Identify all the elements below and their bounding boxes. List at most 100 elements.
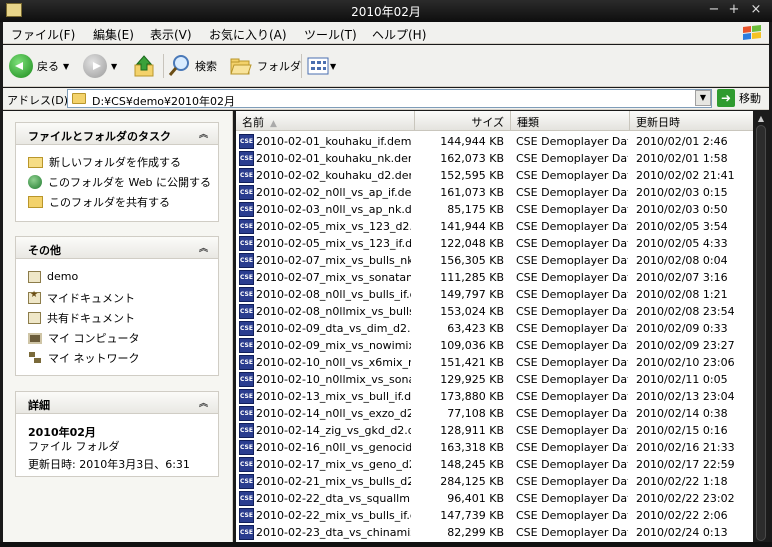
- menu-view[interactable]: 表示(V): [150, 26, 192, 43]
- address-bar: アドレス(D) D:¥CS¥demo¥2010年02月 ▼ ➜ 移動: [3, 88, 769, 110]
- scrollbar-thumb[interactable]: [756, 125, 766, 541]
- file-date: 2010/02/22 23:02: [636, 492, 735, 505]
- column-date-label: 更新日時: [636, 116, 680, 129]
- task-publish-web[interactable]: このフォルダを Web に公開する: [28, 174, 211, 190]
- file-row[interactable]: CSE2010-02-09_mix_vs_nowimix_if.d... 109,…: [236, 337, 753, 354]
- file-row[interactable]: CSE2010-02-17_mix_vs_geno_d2.dem 148,245 …: [236, 456, 753, 473]
- demo-file-icon: CSE: [239, 372, 254, 387]
- up-folder-button[interactable]: [133, 53, 155, 79]
- collapse-chevron-icon[interactable]: ︽: [199, 241, 208, 254]
- place-label: マイドキュメント: [47, 292, 135, 305]
- file-row[interactable]: CSE2010-02-22_dta_vs_squallmix_d2... 96,4…: [236, 490, 753, 507]
- file-row[interactable]: CSE2010-02-13_mix_vs_bull_if.dem 173,880 …: [236, 388, 753, 405]
- file-row[interactable]: CSE2010-02-14_zig_vs_gkd_d2.dem 128,911 K…: [236, 422, 753, 439]
- place-shared-documents[interactable]: 共有ドキュメント: [28, 310, 135, 326]
- forward-button[interactable]: ▼: [83, 53, 117, 79]
- file-size: 109,036 KB: [440, 339, 504, 352]
- place-demo[interactable]: demo: [28, 270, 78, 283]
- demo-file-icon: CSE: [239, 168, 254, 183]
- panel-title: ファイルとフォルダのタスク: [28, 130, 171, 143]
- place-my-computer[interactable]: マイ コンピュータ: [28, 330, 140, 346]
- collapse-chevron-icon[interactable]: ︽: [199, 396, 208, 409]
- views-icon: [307, 57, 329, 75]
- folders-button[interactable]: フォルダ: [229, 53, 301, 79]
- windows-logo-icon: [743, 25, 761, 40]
- chevron-down-icon[interactable]: ▼: [111, 62, 117, 71]
- task-share-folder[interactable]: このフォルダを共有する: [28, 194, 170, 210]
- panel-header[interactable]: その他 ︽: [16, 237, 218, 259]
- chevron-down-icon[interactable]: ▼: [330, 62, 336, 71]
- collapse-chevron-icon[interactable]: ︽: [199, 127, 208, 140]
- file-row[interactable]: CSE 2010-02-01_kouhaku_if.dem 144,944 KB CS…: [236, 133, 753, 150]
- place-label: demo: [47, 270, 79, 283]
- file-row[interactable]: CSE2010-02-07_mix_vs_bulls_nk.dem 156,305…: [236, 252, 753, 269]
- file-row[interactable]: CSE2010-02-07_mix_vs_sonatamix_if... 111,…: [236, 269, 753, 286]
- menu-tools[interactable]: ツール(T): [304, 26, 357, 43]
- file-row[interactable]: CSE2010-02-10_n0ll_vs_x6mix_nk.dem 151,42…: [236, 354, 753, 371]
- shared-documents-icon: [28, 312, 41, 324]
- go-button[interactable]: ➜ 移動: [717, 89, 761, 107]
- search-icon: [168, 55, 189, 76]
- file-row[interactable]: CSE 2010-02-01_kouhaku_nk.dem 162,073 KB CS…: [236, 150, 753, 167]
- menu-help[interactable]: ヘルプ(H): [372, 26, 426, 43]
- toolbar: 戻る ▼ ▼ 検索 フォルダ ▼: [3, 45, 769, 87]
- file-date: 2010/02/09 0:33: [636, 322, 728, 335]
- column-type[interactable]: 種類: [511, 111, 630, 131]
- minimize-button[interactable]: −: [706, 2, 722, 18]
- file-row[interactable]: CSE 2010-02-02_n0ll_vs_ap_if.dem 161,073 K…: [236, 184, 753, 201]
- menu-edit[interactable]: 編集(E): [93, 26, 134, 43]
- file-type: CSE Demoplayer Date...: [516, 356, 628, 369]
- address-input[interactable]: D:¥CS¥demo¥2010年02月: [67, 89, 712, 108]
- address-value[interactable]: D:¥CS¥demo¥2010年02月: [92, 93, 235, 109]
- file-type: CSE Demoplayer Date...: [516, 424, 628, 437]
- panel-header[interactable]: 詳細 ︽: [16, 392, 218, 414]
- file-name: 2010-02-01_kouhaku_if.dem: [256, 135, 411, 148]
- file-type: CSE Demoplayer Date...: [516, 152, 628, 165]
- file-row[interactable]: CSE2010-02-09_dta_vs_dim_d2.dem 63,423 KB…: [236, 320, 753, 337]
- details-panel: 詳細 ︽ 2010年02月 ファイル フォルダ 更新日時: 2010年3月3日、…: [15, 391, 219, 477]
- menu-favorites[interactable]: お気に入り(A): [209, 26, 287, 43]
- other-places-panel: その他 ︽ demo マイドキュメント 共有ドキュメント マイ コンピュータ マ…: [15, 236, 219, 376]
- place-my-network[interactable]: マイ ネットワーク: [28, 350, 140, 366]
- column-name[interactable]: 名前 ▲: [236, 111, 415, 131]
- column-size[interactable]: サイズ: [415, 111, 511, 131]
- file-row[interactable]: CSE2010-02-23_dta_vs_chinamix_nk... 82,29…: [236, 524, 753, 541]
- file-row[interactable]: CSE2010-02-05_mix_vs_123_d2.dem 141,944 K…: [236, 218, 753, 235]
- demo-file-icon: CSE: [239, 134, 254, 149]
- place-my-documents[interactable]: マイドキュメント: [28, 290, 135, 306]
- file-row[interactable]: CSE2010-02-03_n0ll_vs_ap_nk.dem 85,175 KB…: [236, 201, 753, 218]
- forward-arrow-icon: [83, 54, 107, 78]
- panel-header[interactable]: ファイルとフォルダのタスク ︽: [16, 123, 218, 145]
- file-row[interactable]: CSE2010-02-08_n0llmix_vs_bulls_if.d... 15…: [236, 303, 753, 320]
- close-button[interactable]: ×: [748, 2, 764, 18]
- file-row[interactable]: CSE2010-02-21_mix_vs_bulls_d2.dem 284,125…: [236, 473, 753, 490]
- address-dropdown-button[interactable]: ▼: [695, 90, 711, 106]
- views-button[interactable]: ▼: [307, 53, 336, 79]
- file-name: 2010-02-07_mix_vs_sonatamix_if...: [256, 271, 411, 284]
- file-row[interactable]: CSE 2010-02-02_kouhaku_d2.dem 152,595 KB CS…: [236, 167, 753, 184]
- back-button[interactable]: 戻る ▼: [9, 53, 69, 79]
- menu-file[interactable]: ファイル(F): [11, 26, 75, 43]
- demo-file-icon: CSE: [239, 474, 254, 489]
- file-date: 2010/02/03 0:15: [636, 186, 728, 199]
- file-row[interactable]: CSE2010-02-14_n0ll_vs_exzo_d2.dem 77,108 …: [236, 405, 753, 422]
- demo-file-icon: CSE: [239, 508, 254, 523]
- vertical-scrollbar[interactable]: ▲: [753, 111, 769, 542]
- file-row[interactable]: CSE2010-02-10_n0llmix_vs_sonatam... 129,9…: [236, 371, 753, 388]
- maximize-button[interactable]: +: [726, 2, 742, 18]
- file-size: 153,024 KB: [440, 305, 504, 318]
- file-row[interactable]: CSE2010-02-22_mix_vs_bulls_if.dem 147,739…: [236, 507, 753, 524]
- task-new-folder[interactable]: 新しいフォルダを作成する: [28, 154, 181, 170]
- column-date[interactable]: 更新日時: [630, 111, 753, 131]
- file-row[interactable]: CSE2010-02-16_n0ll_vs_genocide_d... 163,3…: [236, 439, 753, 456]
- file-type: CSE Demoplayer Date...: [516, 441, 628, 454]
- chevron-down-icon[interactable]: ▼: [63, 62, 69, 71]
- file-size: 163,318 KB: [440, 441, 504, 454]
- file-size: 284,125 KB: [440, 475, 504, 488]
- file-size: 161,073 KB: [440, 186, 504, 199]
- address-label: アドレス(D): [7, 94, 69, 107]
- search-button[interactable]: 検索: [167, 53, 217, 79]
- file-type: CSE Demoplayer Date...: [516, 271, 628, 284]
- file-row[interactable]: CSE2010-02-05_mix_vs_123_if.dem 122,048 K…: [236, 235, 753, 252]
- file-row[interactable]: CSE2010-02-08_n0ll_vs_bulls_if.dem 149,79…: [236, 286, 753, 303]
